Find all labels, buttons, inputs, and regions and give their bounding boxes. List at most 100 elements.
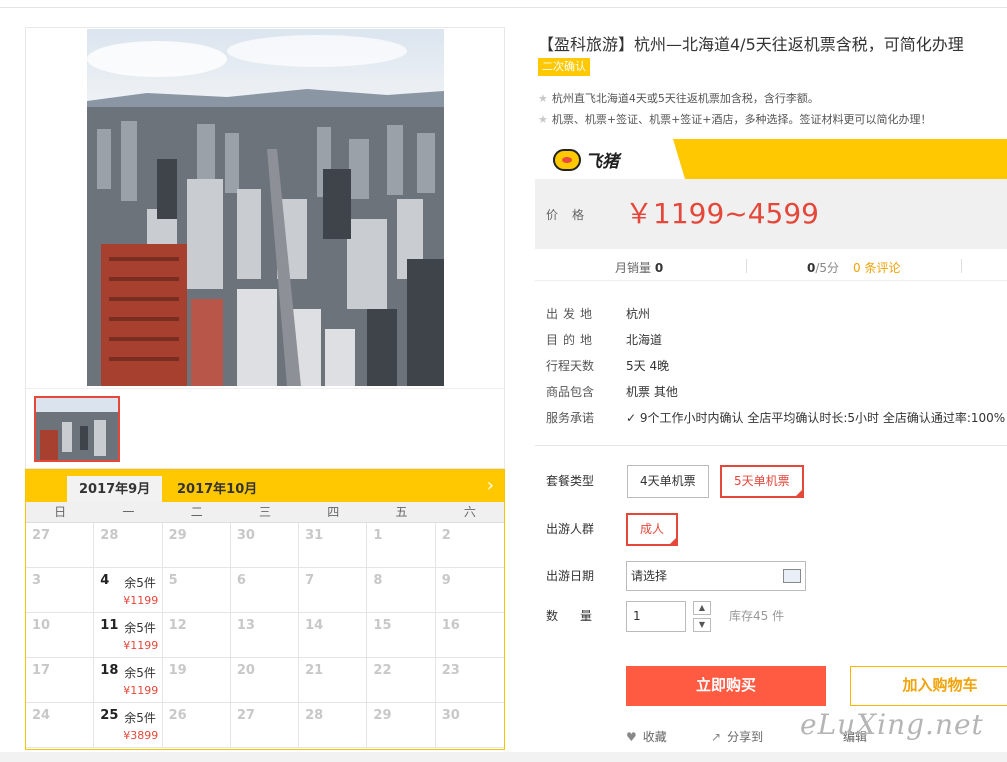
check-circle-icon: ✓ [626,411,640,425]
day-price: ¥1199 [123,594,159,607]
day-number: 1 [373,528,383,543]
day-number: 16 [441,618,460,633]
stock-text: 库存45 件 [729,609,785,623]
calendar-day: 17 [26,658,95,703]
tab-month-next[interactable]: 2017年10月 [165,476,269,502]
calendar-day: 9 [435,568,504,613]
price-value: ￥1199~4599 [625,197,819,230]
detail-row-departure: 出发地 杭州 [546,305,650,322]
day-number: 10 [32,618,51,633]
chevron-up-icon[interactable]: ▲ [693,601,711,615]
travel-date-select[interactable]: 请选择 [626,561,806,591]
detail-value: 9个工作小时内确认 全店平均确认时长:5小时 全店确认通过率:100% [639,411,1006,425]
star-icon: ★ [538,113,548,126]
add-to-cart-button[interactable]: 加入购物车 [850,666,1007,706]
detail-value: 杭州 [626,307,651,321]
day-number: 26 [168,708,187,723]
day-number: 27 [236,708,255,723]
day-number: 5 [168,573,178,588]
calendar-day: 15 [367,613,436,658]
product-gallery [25,27,505,469]
day-price: ¥3899 [123,729,159,742]
bottom-bar [0,752,1007,762]
heart-icon: ♥ [626,730,637,744]
weekday: 日 [54,505,67,519]
detail-key: 服务承诺 [546,411,595,425]
day-price: ¥1199 [123,684,159,697]
stats-divider [961,259,962,273]
favorite-action[interactable]: ♥ 收藏 [626,728,667,745]
calendar-day: 1 [367,523,436,568]
calendar-day[interactable]: 25 余5件 ¥3899 [94,703,163,748]
detail-key: 行程天数 [546,359,595,373]
main-photo[interactable] [87,29,444,386]
calendar-day[interactable]: 4 余5件 ¥1199 [94,568,163,613]
crowd-option-adult[interactable]: 成人 [626,513,679,548]
feature-text: 杭州直飞北海道4天或5天往返机票加含税，含行李额。 [551,92,819,105]
day-number: 20 [236,663,255,678]
calendar-day: 19 [162,658,231,703]
day-number: 22 [373,663,392,678]
chevron-right-icon[interactable]: › [487,475,494,496]
weekday: 三 [258,505,271,519]
detail-key: 出发地 [546,307,598,321]
day-number: 2 [441,528,451,543]
calendar-day[interactable]: 18 余5件 ¥1199 [94,658,163,703]
detail-value: 机票 其他 [626,385,678,399]
buy-now-button[interactable]: 立即购买 [626,666,826,706]
calendar-day: 27 [230,703,300,748]
share-label: 分享到 [727,730,764,744]
calendar-icon[interactable] [783,569,801,583]
rating-suffix: /5分 [815,261,840,275]
calendar-day: 26 [162,703,231,748]
reviews-link[interactable]: 0 条评论 [853,259,900,276]
calendar-day: 29 [367,703,436,748]
calendar-day[interactable]: 11 余5件 ¥1199 [94,613,163,658]
day-number: 23 [441,663,460,678]
calendar-day: 29 [162,523,231,568]
detail-key: 商品包含 [546,385,595,399]
day-stock: 余5件 [124,576,156,590]
share-action[interactable]: ↗ 分享到 [711,728,763,745]
fliggy-logo-icon [553,148,581,171]
calendar-day: 27 [26,523,95,568]
package-option-4day[interactable]: 4天单机票 [627,465,709,498]
calendar-day: 22 [367,658,436,703]
day-number: 6 [236,573,246,588]
day-stock: 余5件 [124,711,156,725]
detail-value: 5天 4晚 [626,359,670,373]
date-placeholder: 请选择 [631,569,668,583]
detail-row-destination: 目的地 北海道 [546,331,662,348]
day-number: 25 [100,708,119,723]
monthly-sales: 月销量 0 [615,259,663,276]
day-number: 3 [32,573,42,588]
thumbs-divider [26,388,504,389]
thumbnail-1[interactable] [34,396,120,462]
chevron-down-icon[interactable]: ▼ [693,618,711,632]
confirm-badge: 二次确认 [538,58,590,76]
sales-stats: 月销量 0 0/5分 0 条评论 [535,251,1007,281]
day-number: 4 [100,573,110,588]
sales-value: 0 [654,261,664,275]
tab-month-current[interactable]: 2017年9月 [67,476,163,502]
share-icon: ↗ [711,730,722,744]
day-number: 19 [168,663,187,678]
crowd-label: 出游人群 [546,522,595,536]
day-number: 11 [100,618,119,633]
detail-key: 目的地 [546,333,598,347]
section-divider [535,445,1007,446]
package-option-5day[interactable]: 5天单机票 [720,465,804,500]
price-panel: 飞猪 价格 ￥1199~4599 [535,139,1007,249]
calendar-day: 30 [435,703,504,748]
calendar-day: 6 [230,568,300,613]
price-calendar: 2017年9月 2017年10月 › 日 一 二 三 四 五 六 27 28 29 3… [25,469,505,750]
calendar-grid: 27 28 29 30 31 1 2 3 4 余5件 ¥1199 5 6 7 8 9 10 11 余5件 ¥1199 1… [26,523,504,748]
calendar-day: 14 [299,613,368,658]
watermark: eLuXing.net [800,708,984,741]
day-number: 27 [32,528,51,543]
quantity-input[interactable]: 1 [626,601,686,632]
day-number: 24 [32,708,51,723]
weekday: 二 [190,505,203,519]
calendar-day: 31 [299,523,368,568]
brand-name: 飞猪 [585,152,619,172]
